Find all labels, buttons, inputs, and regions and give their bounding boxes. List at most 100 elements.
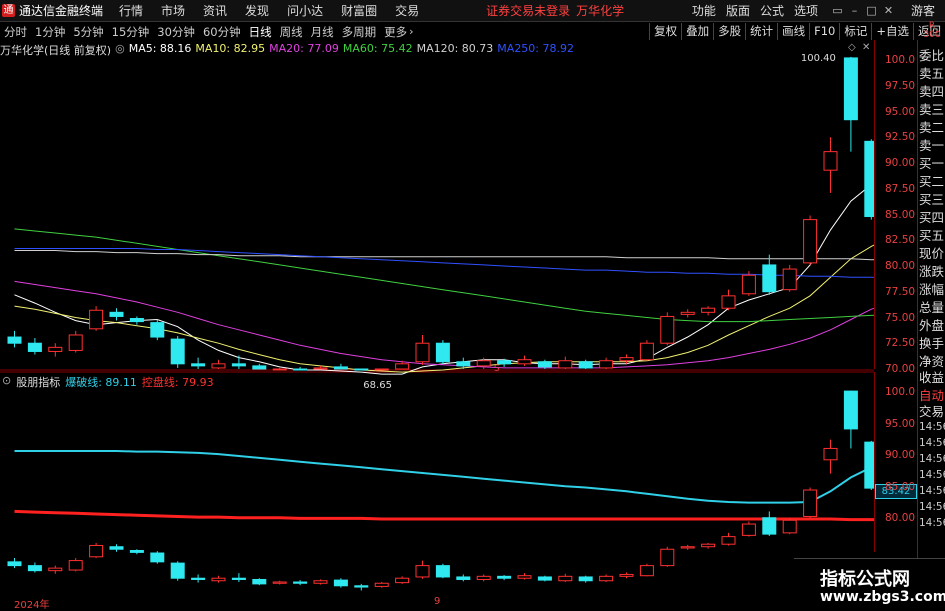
kline-chart[interactable]: 100.40 68.65 S <box>0 40 874 609</box>
side-item-outer[interactable]: 外盘 <box>919 318 945 333</box>
price-candle <box>252 363 267 370</box>
period-intraday[interactable]: 分时 <box>0 24 31 40</box>
ma250-label: MA250: 78.92 <box>497 42 575 55</box>
indicator-candle-body <box>374 582 389 587</box>
side-item-turnover[interactable]: 换手 <box>919 336 945 351</box>
side-item-bid2[interactable]: 买二 <box>919 174 945 189</box>
add-watchlist-button[interactable]: +自选 <box>871 23 913 40</box>
side-item-earnings[interactable]: 收益 <box>919 370 945 385</box>
period-multi[interactable]: 多周期 <box>338 24 381 40</box>
price-candle-body <box>7 336 22 344</box>
menu-item-quotes[interactable]: 行情 <box>110 2 152 19</box>
side-item-bid5[interactable]: 买五 <box>919 228 945 243</box>
multi-stock-button[interactable]: 多股 <box>713 23 745 40</box>
side-item-ask4[interactable]: 卖四 <box>919 84 945 99</box>
close-panel-icon[interactable]: ✕ <box>862 42 870 53</box>
statistics-button[interactable]: 统计 <box>745 23 777 40</box>
indicator-candle <box>660 546 675 567</box>
menu-item-discover[interactable]: 发现 <box>236 2 278 19</box>
period-15min[interactable]: 15分钟 <box>108 24 154 40</box>
side-item-ask2[interactable]: 卖二 <box>919 120 945 135</box>
indicator-candle <box>558 573 573 582</box>
f10-button[interactable]: F10 <box>809 23 839 40</box>
indicator-candle-body <box>741 523 756 536</box>
menu-item-assistant[interactable]: 问小达 <box>278 2 332 19</box>
menu-item-market[interactable]: 市场 <box>152 2 194 19</box>
menu-formula[interactable]: 公式 <box>755 2 789 19</box>
side-item-net-asset[interactable]: 净资 <box>919 354 945 369</box>
diamond-icon[interactable]: ◇ <box>848 42 856 53</box>
side-item-bid4[interactable]: 买四 <box>919 210 945 225</box>
indicator-tick: 85.00 <box>885 480 916 493</box>
side-item-bid3[interactable]: 买三 <box>919 192 945 207</box>
guest-user[interactable]: 游客 <box>897 2 945 19</box>
indicator-candle-body <box>150 552 165 563</box>
window-menu-icon[interactable]: ▭ <box>829 4 846 17</box>
chevron-right-icon[interactable]: › <box>409 25 413 38</box>
indicator-candle-body <box>599 575 614 582</box>
side-item-change[interactable]: 涨跌 <box>919 264 945 279</box>
login-status[interactable]: 证券交易未登录 <box>486 2 570 19</box>
close-icon[interactable]: ✕ <box>880 4 897 17</box>
menu-layout[interactable]: 版面 <box>721 2 755 19</box>
side-item-trade[interactable]: 交易 <box>919 404 945 419</box>
price-candle <box>517 355 532 366</box>
draw-line-button[interactable]: 画线 <box>777 23 809 40</box>
menu-function[interactable]: 功能 <box>687 2 721 19</box>
period-1min[interactable]: 1分钟 <box>31 24 69 40</box>
indicator-candle <box>395 576 410 584</box>
overlay-button[interactable]: 叠加 <box>681 23 713 40</box>
indicator-candle-body <box>701 543 716 548</box>
indicator-candle-body <box>354 585 369 588</box>
price-candle-body <box>517 359 532 365</box>
price-candle-body <box>27 342 42 352</box>
minimize-icon[interactable]: – <box>846 4 863 17</box>
side-item-bid1[interactable]: 买一 <box>919 156 945 171</box>
maximize-icon[interactable]: □ <box>863 4 880 17</box>
price-candle <box>68 330 83 353</box>
mark-button[interactable]: 标记 <box>839 23 871 40</box>
side-item-ask5[interactable]: 卖五 <box>919 66 945 81</box>
price-candle-body <box>599 360 614 369</box>
side-item-ask3[interactable]: 卖三 <box>919 102 945 117</box>
indicator-candles <box>7 390 874 591</box>
trade-time: 14:56 <box>919 469 945 481</box>
indicator-candle-body <box>191 577 206 580</box>
price-candle-body <box>109 311 124 317</box>
price-candle-body <box>150 322 165 338</box>
indicator-candle <box>89 542 104 559</box>
price-candle-body <box>211 363 226 369</box>
ma-legend: 万华化学(日线 前复权) ◎ MA5: 88.16 MA10: 82.95 MA… <box>0 42 578 57</box>
side-item-price[interactable]: 现价 <box>919 246 945 261</box>
indicator-candle-body <box>803 489 818 517</box>
menu-item-wealth[interactable]: 财富圈 <box>332 2 386 19</box>
period-30min[interactable]: 30分钟 <box>153 24 199 40</box>
indicator-legend: ⊙ 股朋指标 爆破线: 89.11 控盘线: 79.93 <box>2 374 219 389</box>
period-more[interactable]: 更多 <box>380 24 411 40</box>
indicator-title[interactable]: 股朋指标 <box>16 374 60 389</box>
menu-item-trade[interactable]: 交易 <box>386 2 428 19</box>
side-item-weibi[interactable]: 委比 <box>919 48 945 63</box>
side-item-volume[interactable]: 总量 <box>919 300 945 315</box>
high-price-label: 100.40 <box>801 53 836 64</box>
menu-options[interactable]: 选项 <box>789 2 823 19</box>
indicator-candle <box>252 578 267 586</box>
period-weekly[interactable]: 周线 <box>276 24 307 40</box>
adjust-button[interactable]: 复权 <box>649 23 681 40</box>
side-item-ask1[interactable]: 卖一 <box>919 138 945 153</box>
price-candle <box>27 338 42 355</box>
indicator-candle-body <box>721 536 736 545</box>
price-candle-body <box>354 368 369 371</box>
indicator-toggle-icon[interactable]: ⊙ <box>2 374 11 388</box>
period-60min[interactable]: 60分钟 <box>199 24 245 40</box>
period-5min[interactable]: 5分钟 <box>69 24 107 40</box>
price-candle-body <box>272 368 287 371</box>
side-item-auto[interactable]: 自动 <box>919 388 945 403</box>
indicator-candle-body <box>415 565 430 578</box>
period-monthly[interactable]: 月线 <box>307 24 338 40</box>
menu-item-news[interactable]: 资讯 <box>194 2 236 19</box>
side-item-change-pct[interactable]: 涨幅 <box>919 282 945 297</box>
period-daily[interactable]: 日线 <box>245 24 276 40</box>
price-tick: 77.50 <box>885 285 916 298</box>
price-candle-body <box>476 360 491 367</box>
